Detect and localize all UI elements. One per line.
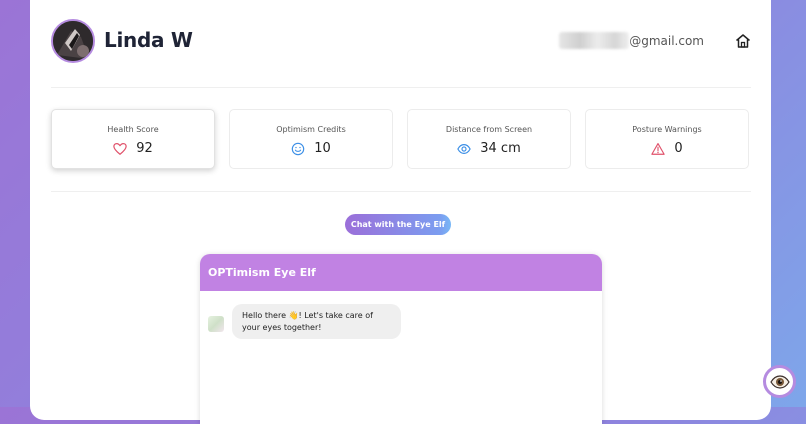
user-name: Linda W [104, 28, 193, 52]
stat-card-posture-warnings: Posture Warnings 0 [585, 109, 749, 169]
avatar[interactable] [51, 19, 95, 63]
heart-icon [113, 142, 127, 155]
stats-divider [51, 191, 751, 192]
chat-with-eye-elf-button[interactable]: Chat with the Eye Elf [345, 214, 451, 235]
avatar-image [53, 21, 93, 61]
stat-card-optimism-credits: Optimism Credits 10 [229, 109, 393, 169]
stat-value: 0 [674, 141, 683, 156]
warning-icon [651, 142, 666, 155]
stat-label: Optimism Credits [276, 125, 346, 134]
header-divider [51, 87, 751, 88]
profile-card: Linda W @gmail.com Health Score 92 Optim… [30, 0, 771, 424]
stat-value: 34 cm [480, 141, 521, 156]
home-icon[interactable] [735, 33, 751, 49]
smile-icon [291, 142, 305, 155]
chat-message-bubble: Hello there 👋! Let's take care of your e… [232, 304, 401, 339]
stat-label: Health Score [107, 125, 159, 134]
chat-panel-title: OPTimism Eye Elf [200, 254, 602, 291]
user-email: @gmail.com [559, 32, 704, 49]
eye-elf-launcher-button[interactable] [763, 365, 796, 398]
stat-card-health-score: Health Score 92 [51, 109, 215, 169]
email-domain: @gmail.com [629, 33, 704, 48]
bot-avatar-icon [208, 316, 224, 332]
redacted-email-blur [559, 32, 630, 49]
eye-icon [457, 143, 471, 154]
stat-card-distance-from-screen: Distance from Screen 34 cm [407, 109, 571, 169]
stat-value: 10 [314, 141, 331, 156]
stats-row: Health Score 92 Optimism Credits 10 Dist… [51, 109, 751, 171]
stat-label: Posture Warnings [632, 125, 702, 134]
profile-header: Linda W @gmail.com [51, 19, 751, 64]
stat-label: Distance from Screen [445, 125, 533, 134]
stat-value: 92 [136, 141, 153, 156]
eye-icon [769, 374, 790, 389]
chat-panel: OPTimism Eye Elf Hello there 👋! Let's ta… [200, 254, 602, 424]
